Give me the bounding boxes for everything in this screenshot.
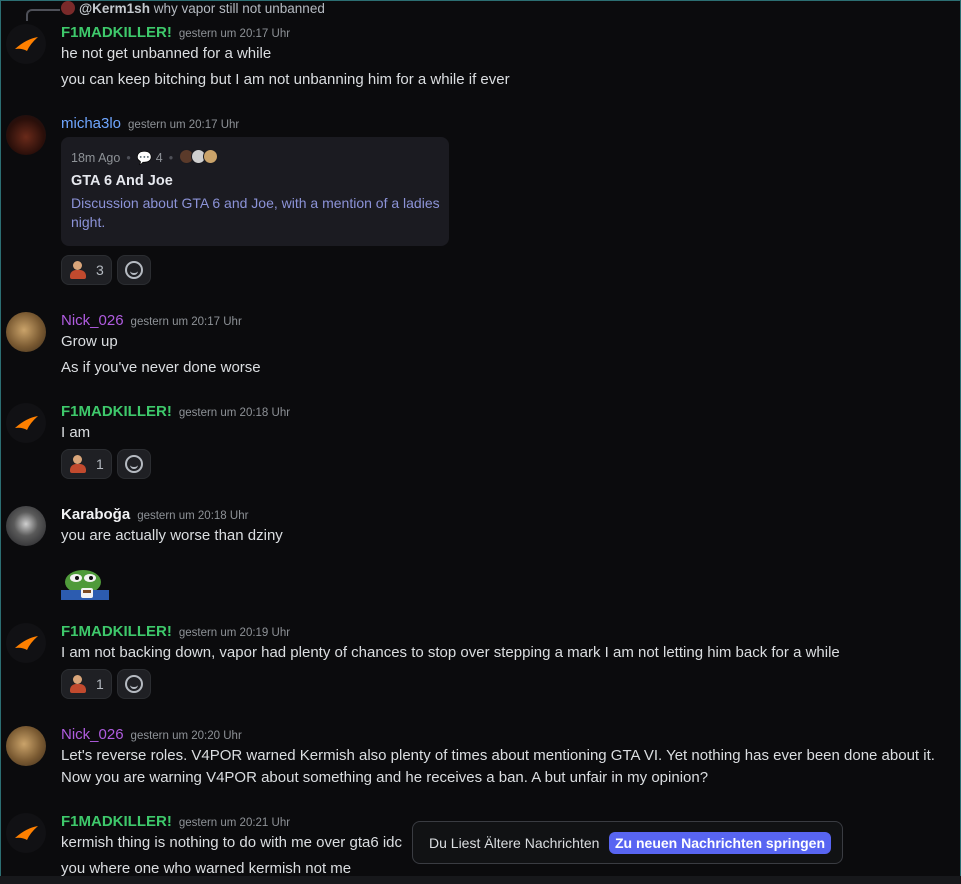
reaction-chip[interactable]: 1 (61, 669, 112, 699)
avatar[interactable] (6, 403, 46, 443)
reaction-count: 3 (96, 262, 104, 278)
thread-age: 18m Ago (71, 151, 121, 165)
add-reaction-button[interactable] (117, 449, 151, 479)
message-timestamp: gestern um 20:18 Uhr (137, 510, 249, 522)
message-text: Grow up (61, 333, 118, 350)
message-timestamp: gestern um 20:19 Uhr (178, 627, 291, 639)
message-text: As if you've never done worse (61, 359, 261, 376)
man-emoji-icon (68, 674, 88, 694)
reply-author[interactable]: @Kerm1sh (79, 1, 150, 16)
message-author[interactable]: F1MADKILLER! gestern um 20:19 Uhr (61, 623, 290, 640)
thread-card[interactable]: 18m Ago • 💬 4 • GTA 6 And Joe Discussion ab… (61, 137, 449, 246)
speech-bubble-icon: 💬 (136, 151, 153, 165)
thread-description: Discussion about GTA 6 and Joe, with a m… (71, 195, 440, 230)
message-text: he not get unbanned for a while (61, 45, 272, 62)
older-messages-label: Du Liest Ältere Nachrichten (429, 835, 600, 851)
avatar[interactable] (6, 312, 46, 352)
add-reaction-button[interactable] (117, 255, 151, 285)
avatar[interactable] (6, 506, 46, 546)
thread-meta: 18m Ago • 💬 4 • (71, 149, 219, 166)
message-timestamp: gestern um 20:17 Uhr (128, 119, 240, 131)
smiley-icon (125, 261, 143, 279)
man-emoji-icon (68, 260, 88, 280)
smiley-icon (125, 675, 143, 693)
message-author[interactable]: F1MADKILLER! gestern um 20:18 Uhr (61, 403, 290, 420)
reaction-count: 1 (96, 676, 104, 692)
older-messages-notice: Du Liest Ältere Nachrichten Zu neuen Nac… (412, 821, 843, 864)
avatar[interactable] (6, 813, 46, 853)
avatar[interactable] (6, 24, 46, 64)
reaction-chip[interactable]: 3 (61, 255, 112, 285)
reply-preview[interactable]: @Kerm1sh why vapor still not unbanned (61, 1, 325, 16)
message-timestamp: gestern um 20:17 Uhr (130, 316, 242, 328)
message-text: I am not backing down, vapor had plenty … (61, 644, 840, 661)
message-timestamp: gestern um 20:21 Uhr (178, 817, 291, 829)
add-reaction-button[interactable] (117, 669, 151, 699)
message-timestamp: gestern um 20:17 Uhr (178, 28, 291, 40)
message-author[interactable]: Karaboğa gestern um 20:18 Uhr (61, 506, 248, 523)
message-text: I am (61, 424, 91, 441)
bottom-bar (0, 876, 961, 884)
message-timestamp: gestern um 20:18 Uhr (178, 407, 291, 419)
reply-text: why vapor still not unbanned (153, 1, 325, 16)
avatar[interactable] (6, 623, 46, 663)
participant-avatar (203, 149, 219, 164)
message-author[interactable]: Nick_026 gestern um 20:17 Uhr (61, 312, 242, 329)
man-emoji-icon (68, 454, 88, 474)
avatar[interactable] (6, 726, 46, 766)
pepe-sticker[interactable] (61, 566, 109, 600)
message-text: you can keep bitching but I am not unban… (61, 71, 510, 88)
message-author[interactable]: F1MADKILLER! gestern um 20:21 Uhr (61, 813, 290, 830)
reply-avatar (61, 1, 75, 15)
thread-title: GTA 6 And Joe (71, 173, 173, 189)
message-author[interactable]: F1MADKILLER! gestern um 20:17 Uhr (61, 24, 290, 41)
reply-connector (26, 9, 60, 21)
reaction-chip[interactable]: 1 (61, 449, 112, 479)
message-text: kermish thing is nothing to do with me o… (61, 834, 403, 851)
smiley-icon (125, 455, 143, 473)
message-text: Now you are warning V4POR about somethin… (61, 769, 709, 786)
reaction-count: 1 (96, 456, 104, 472)
thread-message-count: 4 (155, 151, 163, 165)
message-text: Let's reverse roles. V4POR warned Kermis… (61, 747, 935, 764)
message-timestamp: gestern um 20:20 Uhr (130, 730, 242, 742)
avatar[interactable] (6, 115, 46, 155)
message-text: you are actually worse than dziny (61, 527, 283, 544)
message-author[interactable]: micha3lo gestern um 20:17 Uhr (61, 115, 239, 132)
message-text: you where one who warned kermish not me (61, 860, 352, 877)
message-author[interactable]: Nick_026 gestern um 20:20 Uhr (61, 726, 242, 743)
jump-to-present-button[interactable]: Zu neuen Nachrichten springen (609, 832, 831, 854)
